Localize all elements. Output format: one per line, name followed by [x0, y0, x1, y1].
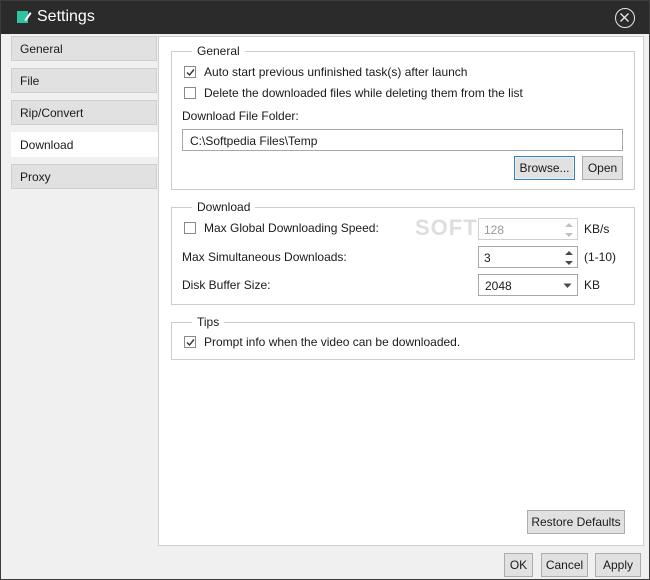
sidebar-item-label: Proxy [20, 170, 51, 184]
checkbox-box[interactable] [184, 336, 196, 348]
prompt-info-label: Prompt info when the video can be downlo… [204, 335, 461, 349]
disk-buffer-label: Disk Buffer Size: [182, 278, 271, 292]
checkbox-box[interactable] [184, 87, 196, 99]
spin-up-button[interactable] [561, 219, 577, 229]
spin-down-button[interactable] [561, 257, 577, 267]
open-button[interactable]: Open [582, 156, 623, 180]
auto-start-checkbox[interactable]: Auto start previous unfinished task(s) a… [184, 65, 484, 81]
folder-label: Download File Folder: [182, 109, 299, 123]
delete-files-label: Delete the downloaded files while deleti… [204, 86, 523, 100]
max-simultaneous-spinner[interactable]: 3 [478, 246, 578, 268]
checkbox-box[interactable] [184, 66, 196, 78]
sidebar-item-label: General [20, 42, 63, 56]
chevron-down-icon [563, 283, 572, 288]
download-legend: Download [192, 200, 256, 214]
download-folder-input[interactable]: C:\Softpedia Files\Temp [182, 129, 623, 151]
ok-button[interactable]: OK [504, 553, 533, 577]
sidebar-item-proxy[interactable]: Proxy [11, 164, 157, 189]
sidebar-item-label: File [20, 74, 40, 88]
prompt-info-checkbox[interactable]: Prompt info when the video can be downlo… [184, 335, 484, 351]
disk-buffer-select[interactable]: 2048 [478, 274, 578, 296]
max-simultaneous-value: 3 [484, 251, 491, 265]
sidebar-item-file[interactable]: File [11, 68, 157, 93]
max-speed-label: Max Global Downloading Speed: [204, 221, 379, 235]
max-speed-unit: KB/s [584, 222, 610, 236]
sidebar: General File Rip/Convert Download Proxy [11, 36, 159, 546]
delete-files-checkbox[interactable]: Delete the downloaded files while deleti… [184, 86, 544, 102]
max-simultaneous-range: (1-10) [584, 250, 617, 264]
settings-window: Settings General File Rip/Convert Downlo… [0, 0, 650, 580]
sidebar-item-general[interactable]: General [11, 36, 157, 61]
sidebar-item-label: Download [20, 138, 74, 152]
download-group: Download Max Global Downloading Speed: 1… [171, 200, 635, 305]
max-simultaneous-label: Max Simultaneous Downloads: [182, 250, 347, 264]
tips-legend: Tips [192, 315, 225, 329]
browse-button[interactable]: Browse... [514, 156, 575, 180]
disk-buffer-unit: KB [584, 278, 601, 292]
settings-panel: SOFTPEDIA General Auto start previous un… [158, 36, 644, 546]
max-speed-value: 128 [484, 223, 505, 237]
disk-buffer-value: 2048 [485, 279, 512, 293]
tips-group: Tips Prompt info when the video can be d… [171, 315, 635, 360]
spin-buttons [561, 247, 577, 267]
app-icon [17, 11, 32, 23]
auto-start-label: Auto start previous unfinished task(s) a… [204, 65, 468, 79]
general-group: General Auto start previous unfinished t… [171, 44, 635, 190]
close-button[interactable] [615, 8, 635, 28]
max-speed-checkbox[interactable]: Max Global Downloading Speed: [184, 221, 404, 237]
spin-down-button[interactable] [561, 229, 577, 239]
sidebar-item-download[interactable]: Download [11, 132, 159, 157]
sidebar-item-label: Rip/Convert [20, 106, 84, 120]
checkmark-icon [186, 69, 195, 77]
arrow-down-icon [565, 233, 573, 237]
apply-button[interactable]: Apply [595, 553, 641, 577]
restore-defaults-button[interactable]: Restore Defaults [527, 510, 625, 534]
sidebar-item-rip-convert[interactable]: Rip/Convert [11, 100, 157, 125]
spin-up-button[interactable] [561, 247, 577, 257]
title-bar[interactable]: Settings [1, 1, 649, 34]
window-title: Settings [37, 8, 95, 25]
general-legend: General [192, 44, 245, 58]
checkmark-icon [186, 339, 195, 347]
max-speed-spinner[interactable]: 128 [478, 218, 578, 240]
checkbox-box[interactable] [184, 222, 196, 234]
close-icon [620, 13, 629, 22]
arrow-down-icon [565, 261, 573, 265]
cancel-button[interactable]: Cancel [541, 553, 588, 577]
spin-buttons [561, 219, 577, 239]
